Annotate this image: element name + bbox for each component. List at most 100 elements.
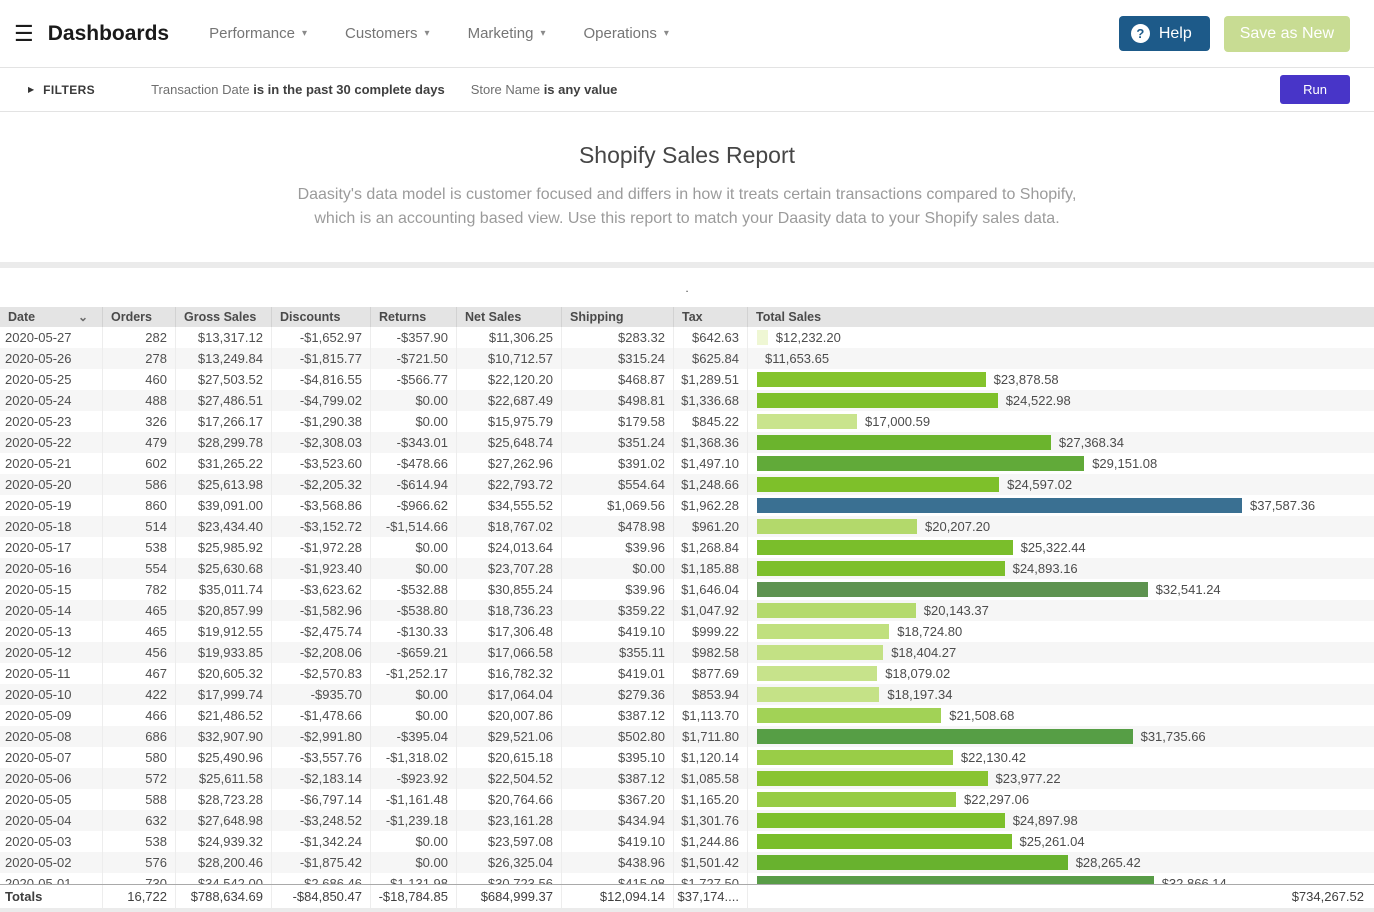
cell-gross-sales[interactable]: $20,605.32 [176,663,272,684]
nav-item-customers[interactable]: Customers ▾ [345,25,430,42]
cell-tax[interactable]: $961.20 [674,516,748,537]
cell-date[interactable]: 2020-05-10 [0,684,103,705]
cell-shipping[interactable]: $468.87 [562,369,674,390]
cell-tax[interactable]: $1,185.88 [674,558,748,579]
cell-total-sales-bar[interactable]: $11,653.65 [748,348,1374,369]
cell-tax[interactable]: $642.63 [674,327,748,348]
cell-net-sales[interactable]: $11,306.25 [457,327,562,348]
cell-discounts[interactable]: -$6,797.14 [272,789,371,810]
cell-total-sales-bar[interactable]: $18,197.34 [748,684,1374,705]
cell-date[interactable]: 2020-05-06 [0,768,103,789]
cell-discounts[interactable]: -$2,570.83 [272,663,371,684]
cell-discounts[interactable]: -$2,686.46 [272,873,371,884]
cell-returns[interactable]: -$566.77 [371,369,457,390]
cell-shipping[interactable]: $554.64 [562,474,674,495]
help-button[interactable]: ? Help [1119,16,1210,51]
cell-date[interactable]: 2020-05-27 [0,327,103,348]
cell-shipping[interactable]: $434.94 [562,810,674,831]
cell-gross-sales[interactable]: $19,933.85 [176,642,272,663]
cell-gross-sales[interactable]: $25,630.68 [176,558,272,579]
cell-returns[interactable]: -$721.50 [371,348,457,369]
cell-orders[interactable]: 588 [103,789,176,810]
cell-net-sales[interactable]: $20,615.18 [457,747,562,768]
cell-discounts[interactable]: -$4,816.55 [272,369,371,390]
cell-tax[interactable]: $1,244.86 [674,831,748,852]
cell-tax[interactable]: $877.69 [674,663,748,684]
cell-discounts[interactable]: -$3,248.52 [272,810,371,831]
cell-net-sales[interactable]: $30,723.56 [457,873,562,884]
nav-item-marketing[interactable]: Marketing ▾ [468,25,546,42]
cell-tax[interactable]: $625.84 [674,348,748,369]
cell-net-sales[interactable]: $16,782.32 [457,663,562,684]
cell-returns[interactable]: $0.00 [371,852,457,873]
column-header-returns[interactable]: Returns [371,307,457,327]
cell-discounts[interactable]: -$3,623.62 [272,579,371,600]
cell-tax[interactable]: $1,248.66 [674,474,748,495]
cell-net-sales[interactable]: $34,555.52 [457,495,562,516]
nav-item-operations[interactable]: Operations ▾ [583,25,668,42]
cell-total-sales-bar[interactable]: $18,404.27 [748,642,1374,663]
cell-shipping[interactable]: $367.20 [562,789,674,810]
cell-returns[interactable]: $0.00 [371,558,457,579]
cell-orders[interactable]: 422 [103,684,176,705]
cell-net-sales[interactable]: $20,764.66 [457,789,562,810]
cell-date[interactable]: 2020-05-03 [0,831,103,852]
cell-discounts[interactable]: -$2,208.06 [272,642,371,663]
cell-orders[interactable]: 632 [103,810,176,831]
cell-orders[interactable]: 860 [103,495,176,516]
cell-returns[interactable]: -$1,318.02 [371,747,457,768]
cell-net-sales[interactable]: $18,767.02 [457,516,562,537]
cell-net-sales[interactable]: $25,648.74 [457,432,562,453]
cell-returns[interactable]: -$130.33 [371,621,457,642]
cell-discounts[interactable]: -$1,478.66 [272,705,371,726]
cell-net-sales[interactable]: $22,120.20 [457,369,562,390]
cell-returns[interactable]: -$343.01 [371,432,457,453]
cell-returns[interactable]: -$395.04 [371,726,457,747]
cell-shipping[interactable]: $39.96 [562,579,674,600]
cell-total-sales-bar[interactable]: $32,541.24 [748,579,1374,600]
cell-orders[interactable]: 456 [103,642,176,663]
cell-orders[interactable]: 586 [103,474,176,495]
cell-gross-sales[interactable]: $23,434.40 [176,516,272,537]
column-header-date[interactable]: Date ⌄ [0,307,103,327]
cell-gross-sales[interactable]: $25,490.96 [176,747,272,768]
cell-discounts[interactable]: -$3,523.60 [272,453,371,474]
cell-tax[interactable]: $1,301.76 [674,810,748,831]
cell-shipping[interactable]: $387.12 [562,768,674,789]
cell-returns[interactable]: $0.00 [371,831,457,852]
cell-orders[interactable]: 278 [103,348,176,369]
cell-shipping[interactable]: $419.10 [562,621,674,642]
cell-date[interactable]: 2020-05-17 [0,537,103,558]
cell-shipping[interactable]: $355.11 [562,642,674,663]
cell-total-sales-bar[interactable]: $37,587.36 [748,495,1374,516]
cell-shipping[interactable]: $415.08 [562,873,674,884]
cell-tax[interactable]: $1,497.10 [674,453,748,474]
cell-total-sales-bar[interactable]: $24,897.98 [748,810,1374,831]
cell-date[interactable]: 2020-05-16 [0,558,103,579]
cell-net-sales[interactable]: $15,975.79 [457,411,562,432]
cell-orders[interactable]: 467 [103,663,176,684]
cell-total-sales-bar[interactable]: $23,977.22 [748,768,1374,789]
cell-gross-sales[interactable]: $13,249.84 [176,348,272,369]
cell-discounts[interactable]: -$935.70 [272,684,371,705]
cell-total-sales-bar[interactable]: $25,322.44 [748,537,1374,558]
cell-tax[interactable]: $1,368.36 [674,432,748,453]
cell-orders[interactable]: 730 [103,873,176,884]
cell-date[interactable]: 2020-05-25 [0,369,103,390]
cell-returns[interactable]: $0.00 [371,390,457,411]
cell-date[interactable]: 2020-05-04 [0,810,103,831]
cell-returns[interactable]: -$659.21 [371,642,457,663]
cell-returns[interactable]: -$1,239.18 [371,810,457,831]
cell-orders[interactable]: 460 [103,369,176,390]
cell-returns[interactable]: -$532.88 [371,579,457,600]
cell-tax[interactable]: $1,120.14 [674,747,748,768]
cell-date[interactable]: 2020-05-22 [0,432,103,453]
cell-returns[interactable]: -$1,131.98 [371,873,457,884]
cell-net-sales[interactable]: $22,793.72 [457,474,562,495]
cell-gross-sales[interactable]: $17,266.17 [176,411,272,432]
cell-date[interactable]: 2020-05-21 [0,453,103,474]
cell-gross-sales[interactable]: $25,985.92 [176,537,272,558]
cell-returns[interactable]: -$966.62 [371,495,457,516]
cell-orders[interactable]: 514 [103,516,176,537]
cell-net-sales[interactable]: $30,855.24 [457,579,562,600]
